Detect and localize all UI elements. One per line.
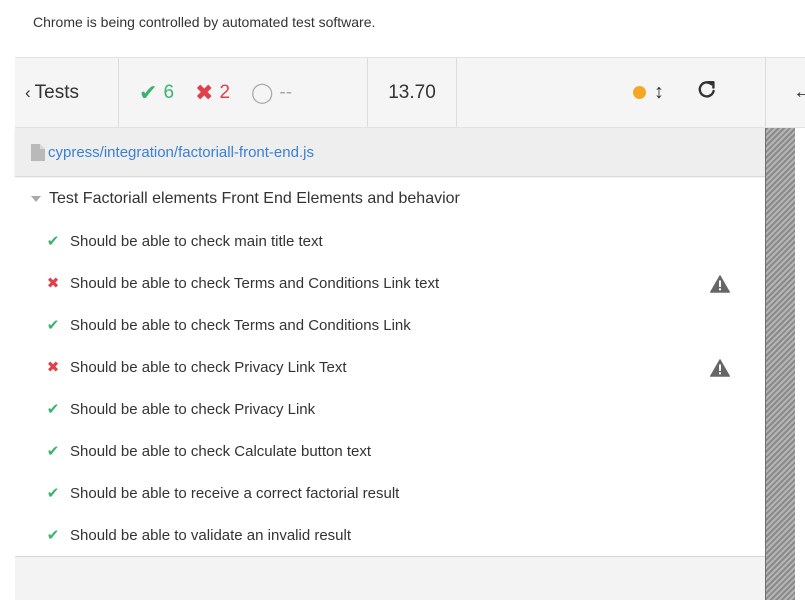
test-state-icon: ✖: [46, 359, 60, 376]
test-row[interactable]: ✔ Should be able to check Privacy Link: [15, 388, 765, 430]
duration: 13.70: [388, 81, 436, 103]
test-title: Should be able to check Terms and Condit…: [70, 316, 411, 334]
suite-row[interactable]: Test Factoriall elements Front End Eleme…: [15, 178, 765, 220]
pending-count: --: [279, 81, 293, 103]
reporter-empty-area: [15, 557, 765, 600]
passed-count: 6: [163, 81, 175, 103]
reporter-list: Test Factoriall elements Front End Eleme…: [15, 178, 765, 600]
test-state-icon: ✔: [46, 317, 60, 334]
caret-down-icon[interactable]: [31, 196, 41, 202]
test-state-icon: ✔: [46, 401, 60, 418]
automation-message: Chrome is being controlled by automated …: [33, 14, 376, 30]
check-icon: ✔: [139, 79, 158, 105]
resizer-handle[interactable]: [765, 128, 795, 600]
header-divider: [456, 58, 457, 127]
failed-count: 2: [219, 81, 231, 103]
stats: ✔ 6 ✖ 2 ◯ --: [119, 58, 367, 127]
running-status-dot[interactable]: [633, 86, 646, 99]
x-icon: ✖: [195, 79, 214, 105]
spec-file-link[interactable]: cypress/integration/factoriall-front-end…: [48, 144, 314, 161]
test-title: Should be able to check Privacy Link Tex…: [70, 358, 347, 376]
automation-infobar: Chrome is being controlled by automated …: [0, 0, 805, 55]
test-state-icon: ✔: [46, 485, 60, 502]
test-row[interactable]: ✔ Should be able to validate an invalid …: [15, 514, 765, 556]
test-state-icon: ✖: [46, 275, 60, 292]
chevron-left-icon: ‹: [25, 82, 31, 102]
reporter-header: ‹ Tests ✔ 6 ✖ 2 ◯ -- 13.70 ↕ ←: [15, 57, 805, 128]
test-title: Should be able to check Privacy Link: [70, 400, 316, 418]
test-state-icon: ✔: [46, 527, 60, 544]
test-row[interactable]: ✖ Should be able to check Terms and Cond…: [15, 262, 765, 304]
test-row[interactable]: ✔ Should be able to check Terms and Cond…: [15, 304, 765, 346]
test-row[interactable]: ✔ Should be able to check Calculate butt…: [15, 430, 765, 472]
header-divider: [765, 58, 766, 127]
test-title: Should be able to validate an invalid re…: [70, 526, 352, 544]
failed-stat: ✖ 2: [195, 80, 230, 106]
passed-stat: ✔ 6: [139, 80, 174, 106]
back-arrow-icon[interactable]: ←: [793, 58, 805, 127]
warning-icon[interactable]: [710, 275, 730, 293]
pending-stat: ◯ --: [251, 80, 292, 105]
warning-icon[interactable]: [710, 359, 730, 377]
file-icon: [31, 143, 45, 161]
reload-icon-graphic: [698, 81, 715, 98]
tests-button[interactable]: ‹ Tests: [15, 58, 118, 127]
auto-scroll-icon[interactable]: ↕: [654, 81, 664, 104]
reload-icon[interactable]: [696, 78, 718, 107]
circle-icon: ◯: [251, 82, 274, 104]
test-row[interactable]: ✖ Should be able to check Privacy Link T…: [15, 346, 765, 388]
test-state-icon: ✔: [46, 443, 60, 460]
test-row[interactable]: ✔ Should be able to check main title tex…: [15, 220, 765, 262]
controls: ↕: [615, 58, 765, 127]
test-title: Should be able to check Terms and Condit…: [70, 274, 440, 292]
test-row[interactable]: ✔ Should be able to receive a correct fa…: [15, 472, 765, 514]
test-state-icon: ✔: [46, 233, 60, 250]
tests-button-label: Tests: [34, 81, 80, 103]
panel-resizer[interactable]: [765, 128, 805, 600]
test-title: Should be able to receive a correct fact…: [70, 484, 400, 502]
test-title: Should be able to check Calculate button…: [70, 442, 372, 460]
test-title: Should be able to check main title text: [70, 232, 323, 250]
suite-title: Test Factoriall elements Front End Eleme…: [49, 190, 460, 207]
test-list: ✔ Should be able to check main title tex…: [15, 220, 765, 556]
spec-file-bar: cypress/integration/factoriall-front-end…: [15, 128, 765, 177]
